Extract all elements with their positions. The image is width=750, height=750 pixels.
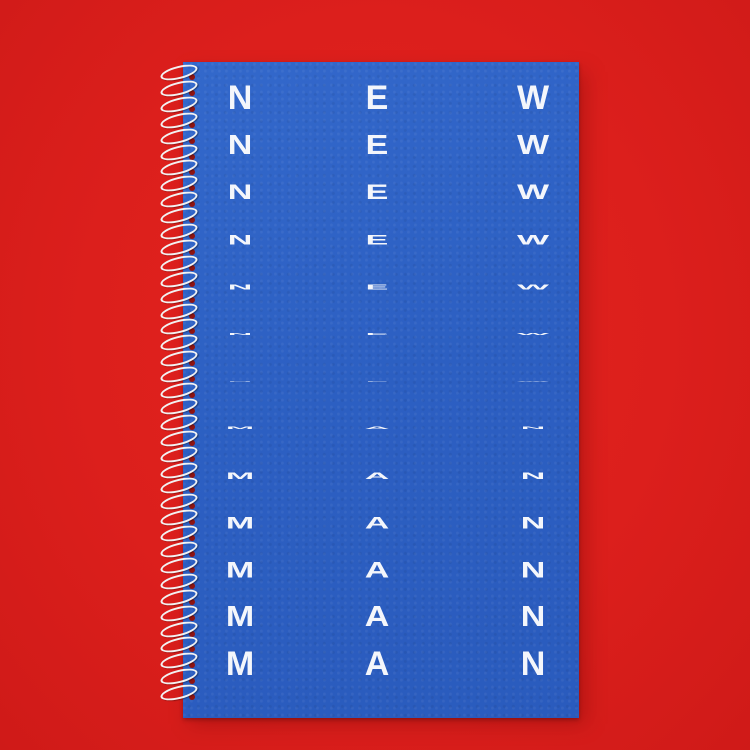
cover-letter: N xyxy=(520,557,546,583)
cover-letter: M xyxy=(225,470,255,481)
cover-letter: A xyxy=(364,557,390,583)
cover-letter: M xyxy=(225,513,255,532)
cover-letter: W xyxy=(516,231,550,248)
cover-letter: W xyxy=(516,180,550,205)
spiral-coil xyxy=(158,284,200,306)
cover-letter: M xyxy=(225,557,255,583)
cover-letter: N xyxy=(520,601,546,634)
cover-letter: N xyxy=(520,513,546,532)
spiral-coil xyxy=(158,586,200,609)
spiral-coil xyxy=(158,443,200,465)
cover-letter: E xyxy=(365,282,389,291)
cover-letter: A xyxy=(364,426,390,431)
cover-letter: E xyxy=(365,180,389,205)
spiral-binding-icon xyxy=(158,60,208,720)
cover-letter: W xyxy=(516,332,550,336)
cover-letter: A xyxy=(364,513,390,532)
cover-letter: N xyxy=(227,282,253,291)
cover-letter: M xyxy=(225,601,255,634)
cover-letter: E xyxy=(365,129,389,161)
cover-letter: N xyxy=(227,129,253,161)
cover-letter: W xyxy=(516,79,550,117)
spiral-coil xyxy=(158,681,200,704)
cover-letter: N xyxy=(520,645,546,684)
cover-letter: M xyxy=(225,645,255,684)
cover-letter: A xyxy=(364,645,390,684)
cover-letter: N xyxy=(227,79,253,117)
cover-letter: E xyxy=(365,231,389,248)
cover-letter: A xyxy=(364,470,390,481)
cover-letter: E xyxy=(365,332,389,336)
cover-letter: W xyxy=(516,129,550,161)
spiral-coil xyxy=(158,109,200,132)
cover-letter: N xyxy=(227,180,253,205)
cover-letter: N xyxy=(227,231,253,248)
spiral-coil xyxy=(158,268,200,291)
cover-letter: N xyxy=(520,426,546,431)
cover-letter: M xyxy=(225,426,255,431)
spiral-coil xyxy=(158,602,200,624)
cover-letter: N xyxy=(227,332,253,336)
cover-letter: N xyxy=(520,470,546,481)
cover-letter: E xyxy=(365,79,389,117)
spiral-coil xyxy=(158,427,200,450)
cover-letter: A xyxy=(364,601,390,634)
spiral-coil xyxy=(158,125,200,147)
cover-letter: W xyxy=(516,282,550,291)
